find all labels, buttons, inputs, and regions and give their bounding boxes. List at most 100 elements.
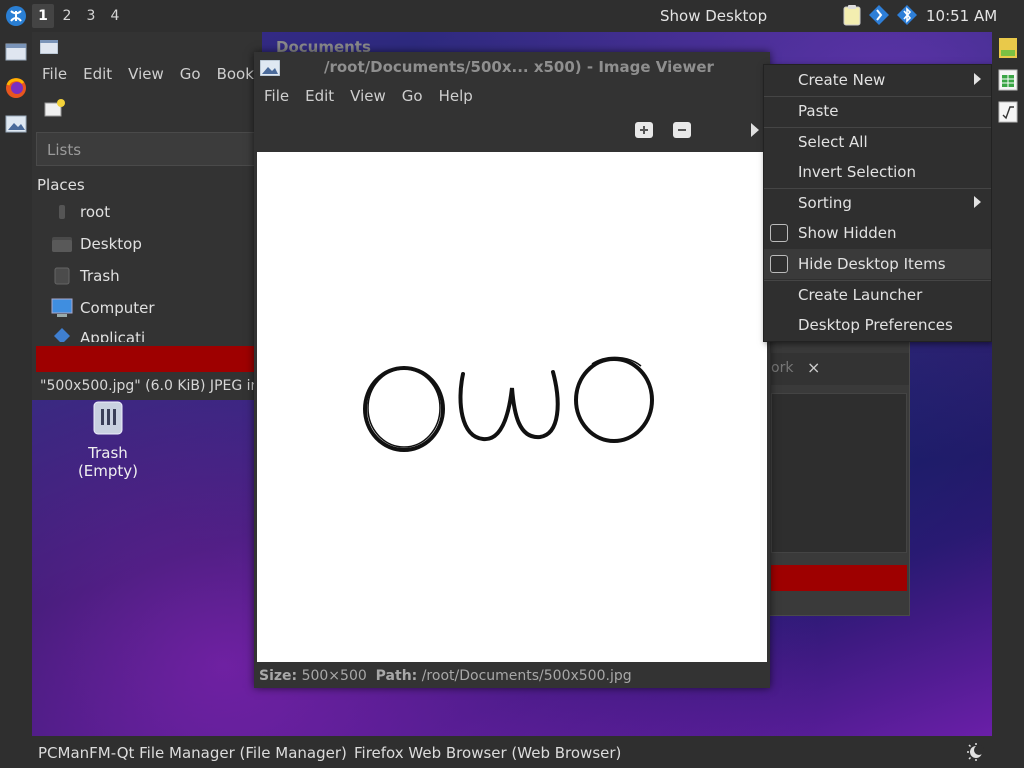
place-label: root — [80, 203, 111, 221]
menu-item-invert-selection[interactable]: Invert Selection — [764, 157, 991, 187]
trash-icon — [93, 401, 123, 435]
fm-menu-file[interactable]: File — [34, 65, 75, 83]
place-label: Desktop — [80, 235, 142, 253]
menu-item-label: Show Hidden — [798, 224, 897, 242]
window-icon — [5, 43, 27, 61]
application-menu-button[interactable] — [2, 2, 30, 30]
place-item-applications[interactable]: Applicati — [50, 324, 145, 342]
applications-icon — [50, 324, 74, 342]
image-canvas[interactable] — [257, 152, 767, 662]
system-tray — [842, 4, 918, 26]
workspace-3[interactable]: 3 — [80, 4, 102, 28]
menu-item-show-hidden[interactable]: Show Hidden — [764, 218, 991, 248]
status-size-label: Size: — [259, 668, 298, 684]
menu-item-label: Invert Selection — [798, 163, 916, 181]
place-item-trash[interactable]: Trash — [50, 262, 120, 290]
workspace-1[interactable]: 1 — [32, 4, 54, 28]
launcher-show-desktop[interactable] — [0, 36, 32, 68]
image-viewer-app-icon — [260, 60, 280, 76]
iv-menu-go[interactable]: Go — [394, 87, 431, 105]
qt-icon — [999, 38, 1017, 58]
clock[interactable]: 10:51 AM — [926, 7, 997, 25]
menu-item-label: Sorting — [798, 194, 852, 212]
launcher-formula[interactable] — [992, 96, 1024, 128]
bluetooth-icon[interactable] — [896, 4, 918, 26]
menu-item-create-launcher[interactable]: Create Launcher — [764, 280, 991, 310]
show-hidden-checkbox[interactable] — [770, 224, 788, 242]
menu-item-label: Create Launcher — [798, 286, 923, 304]
launcher-image-viewer[interactable] — [0, 108, 32, 140]
image-viewer-window: /root/Documents/500x... x500) - Image Vi… — [254, 52, 770, 688]
submenu-arrow-icon — [974, 73, 981, 85]
home-icon — [50, 200, 74, 224]
desktop-trash-icon-item[interactable]: Trash (Empty) — [56, 400, 160, 480]
menu-item-create-new[interactable]: Create New — [764, 65, 991, 95]
tab-close-icon[interactable]: × — [807, 358, 820, 377]
launcher-spreadsheet[interactable] — [992, 64, 1024, 96]
menu-item-select-all[interactable]: Select All — [764, 127, 991, 157]
hide-desktop-items-checkbox[interactable] — [770, 255, 788, 273]
dialog-tab[interactable]: ork × — [771, 353, 909, 385]
firefox-icon — [6, 78, 26, 98]
workspace-2[interactable]: 2 — [56, 4, 78, 28]
submenu-arrow-icon — [974, 196, 981, 208]
menu-item-desktop-preferences[interactable]: Desktop Preferences — [764, 310, 991, 340]
place-item-root[interactable]: root — [50, 198, 110, 226]
lists-filter-input[interactable]: Lists — [36, 132, 256, 166]
task-firefox[interactable]: Firefox Web Browser (Web Browser) — [354, 744, 621, 762]
task-file-manager[interactable]: PCManFM-Qt File Manager (File Manager) — [38, 744, 347, 762]
iv-menu-help[interactable]: Help — [431, 87, 481, 105]
toolbar-more-icon[interactable] — [750, 122, 760, 138]
menu-item-paste[interactable]: Paste — [764, 96, 991, 126]
workspace-4[interactable]: 4 — [104, 4, 126, 28]
status-size-value: 500×500 — [301, 668, 367, 684]
clipboard-icon[interactable] — [842, 4, 862, 26]
night-mode-icon[interactable] — [966, 742, 986, 762]
menu-item-label: Select All — [798, 133, 868, 151]
iv-menu-edit[interactable]: Edit — [297, 87, 342, 105]
menu-item-label: Hide Desktop Items — [798, 255, 946, 273]
image-viewer-status: Size: 500×500 Path: /root/Documents/500x… — [259, 668, 632, 684]
zoom-in-button[interactable] — [635, 122, 653, 138]
image-viewer-toolbar — [254, 114, 770, 150]
image-viewer-title: /root/Documents/500x... x500) - Image Vi… — [324, 58, 714, 76]
menu-item-sorting[interactable]: Sorting — [764, 188, 991, 218]
taskbar: PCManFM-Qt File Manager (File Manager) F… — [0, 736, 1024, 768]
place-item-desktop[interactable]: Desktop — [50, 230, 142, 258]
file-manager-progress-bar — [36, 346, 262, 372]
right-side-panel — [992, 32, 1024, 736]
fm-menu-view[interactable]: View — [120, 65, 172, 83]
dialog-tab-label: ork — [771, 360, 794, 376]
place-item-computer[interactable]: Computer — [50, 294, 155, 322]
dialog-content — [771, 393, 907, 553]
menu-item-label: Paste — [798, 102, 839, 120]
status-path-value: /root/Documents/500x500.jpg — [421, 668, 632, 684]
folder-icon — [50, 232, 74, 256]
launcher-firefox[interactable] — [0, 72, 32, 104]
fm-menu-edit[interactable]: Edit — [75, 65, 120, 83]
menu-item-label: Desktop Preferences — [798, 316, 953, 334]
fm-menu-go[interactable]: Go — [172, 65, 209, 83]
place-label: Applicati — [80, 329, 146, 342]
iv-menu-file[interactable]: File — [256, 87, 297, 105]
show-desktop-button[interactable]: Show Desktop — [660, 7, 767, 25]
new-window-icon[interactable] — [44, 98, 66, 118]
spreadsheet-icon — [998, 69, 1018, 91]
file-manager-status: "500x500.jpg" (6.0 KiB) JPEG im — [40, 378, 265, 394]
image-viewer-icon — [5, 115, 27, 133]
zoom-in-icon — [640, 126, 648, 134]
zoom-out-icon — [678, 129, 686, 131]
desktop-context-menu: Create New Paste Select All Invert Selec… — [763, 64, 992, 342]
file-manager-titlebar[interactable]: Documents — [32, 32, 371, 60]
place-label: Computer — [80, 299, 155, 317]
menu-item-hide-desktop-items[interactable]: Hide Desktop Items — [764, 249, 991, 279]
computer-icon — [50, 296, 74, 320]
zoom-out-button[interactable] — [673, 122, 691, 138]
launcher-qt-app[interactable] — [992, 32, 1024, 64]
background-dialog: ork × — [764, 340, 910, 616]
formula-icon — [998, 101, 1018, 123]
network-icon[interactable] — [868, 4, 890, 26]
iv-menu-view[interactable]: View — [342, 87, 394, 105]
image-viewer-titlebar[interactable]: /root/Documents/500x... x500) - Image Vi… — [254, 52, 770, 82]
places-header: Places — [37, 176, 85, 194]
